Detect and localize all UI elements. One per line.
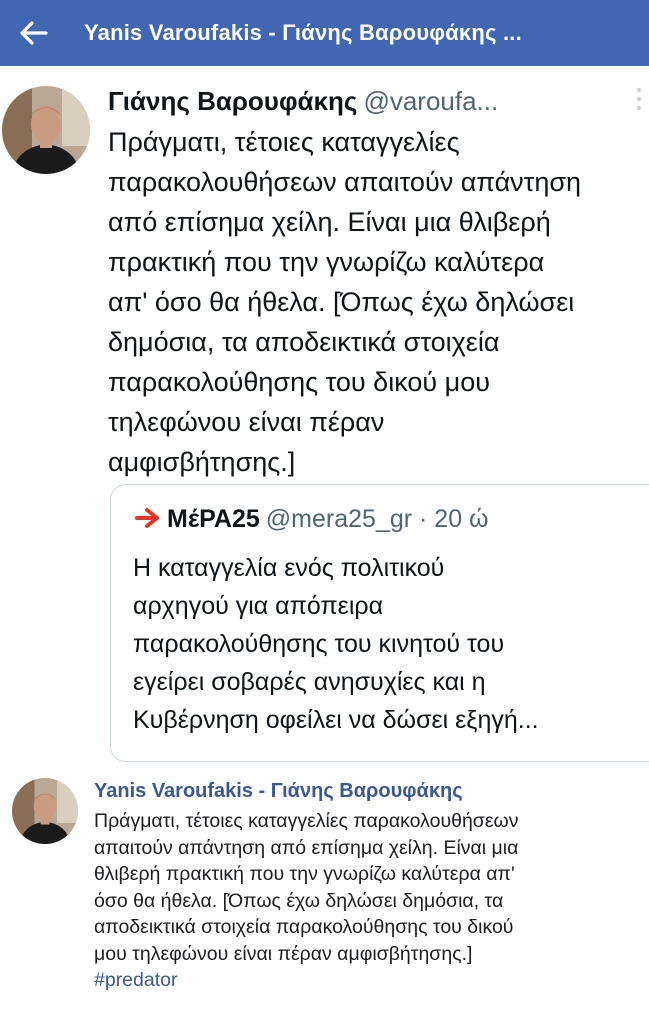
post-author-name[interactable]: Yanis Varoufakis - Γιάνης Βαρουφάκης: [94, 780, 463, 803]
quoted-text-line: Η καταγγελία ενός πολιτικού: [133, 554, 445, 582]
tweet-header: Γιάνης Βαρουφάκης @varoufa...: [108, 86, 498, 117]
hashtag-link[interactable]: #predator: [94, 967, 642, 994]
back-button[interactable]: [4, 0, 64, 66]
quoted-author-name: ΜέΡΑ25: [167, 505, 260, 533]
top-app-bar: Yanis Varoufakis - Γιάνης Βαρουφάκης ...: [0, 0, 649, 66]
more-vertical-icon[interactable]: [635, 86, 643, 112]
post-text-line: θλιβερή πρακτική που την γνωρίζω καλύτερ…: [94, 863, 515, 885]
tweet-avatar[interactable]: [2, 86, 90, 174]
quoted-tweet-text: Η καταγγελία ενός πολιτικού αρχηγού για …: [133, 549, 649, 739]
tweet-text-line: παρακολουθήσεων απαιτούν απάντηση: [108, 167, 582, 197]
quoted-text-line: παρακολούθησης του κινητού του: [133, 630, 505, 658]
profile-photo-image: [12, 778, 78, 844]
tweet-text-line: Πράγματι, τέτοιες καταγγελίες: [108, 127, 460, 157]
facebook-post: Yanis Varoufakis - Γιάνης Βαρουφάκης Πρά…: [0, 770, 649, 1024]
quoted-text-line: αρχηγού για απόπειρα: [133, 592, 384, 620]
post-text: Πράγματι, τέτοιες καταγγελίες παρακολουθ…: [94, 808, 642, 994]
arrow-left-icon: [20, 21, 48, 45]
tweet-text: Πράγματι, τέτοιες καταγγελίες παρακολουθ…: [108, 122, 638, 482]
tweet-author-name[interactable]: Γιάνης Βαρουφάκης: [108, 86, 357, 116]
profile-photo-image: [2, 86, 90, 174]
tweet-text-line: παρακολούθησης του δικού μου: [108, 367, 490, 397]
tweet-text-line: απ' όσο θα ήθελα. [Όπως έχω δηλώσει: [108, 287, 575, 317]
tweet-author-handle[interactable]: @varoufa...: [363, 86, 498, 116]
tweet-text-line: τηλεφώνου είναι πέραν: [108, 407, 385, 437]
tweet-screenshot: Γιάνης Βαρουφάκης @varoufa... Πράγματι, τ…: [0, 66, 649, 766]
post-text-line: απαιτούν απάντηση από επίσημα χείλη. Είν…: [94, 836, 519, 859]
post-text-line: όσο θα ήθελα. [Όπως έχω δηλώσει δημόσια,…: [94, 889, 504, 912]
tweet-text-line: αμφισβήτησης.]: [108, 447, 296, 477]
post-text-line: Πράγματι, τέτοιες καταγγελίες παρακολουθ…: [94, 810, 519, 832]
mera25-logo-icon: [135, 508, 159, 528]
quoted-author-meta: @mera25_gr · 20 ώ: [265, 505, 489, 533]
post-author-avatar[interactable]: [12, 778, 78, 844]
tweet-text-line: πρακτική που την γνωρίζω καλύτερα: [108, 247, 545, 277]
quoted-tweet-card[interactable]: ΜέΡΑ25 @mera25_gr · 20 ώ Η καταγγελία ενό…: [110, 484, 649, 762]
page-title: Yanis Varoufakis - Γιάνης Βαρουφάκης ...: [84, 20, 522, 45]
quoted-text-line: Κυβέρνηση οφείλει να δώσει εξηγή...: [133, 706, 539, 734]
quoted-tweet-header: ΜέΡΑ25 @mera25_gr · 20 ώ: [135, 505, 489, 534]
tweet-text-line: από επίσημα χείλη. Είναι μια θλιβερή: [108, 207, 551, 237]
quoted-text-line: εγείρει σοβαρές ανησυχίες και η: [133, 668, 486, 696]
post-text-line: μου τηλεφώνου είναι πέραν αμφισβήτησης.]: [94, 942, 473, 965]
post-text-line: αποδεικτικά στοιχεία παρακολούθησης του …: [94, 916, 514, 938]
tweet-text-line: δημόσια, τα αποδεικτικά στοιχεία: [108, 327, 500, 357]
